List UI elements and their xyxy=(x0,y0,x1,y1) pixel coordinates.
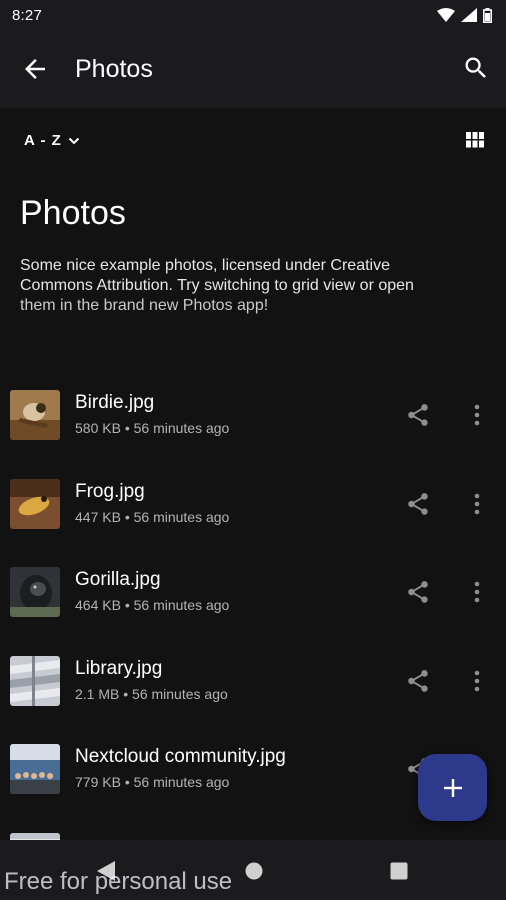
nav-home-button[interactable] xyxy=(245,862,263,885)
share-button[interactable] xyxy=(405,579,431,605)
list-item[interactable]: Gorilla.jpg 464 KB • 56 minutes ago xyxy=(0,537,506,626)
file-meta: 447 KB • 56 minutes ago xyxy=(75,508,230,525)
thumbnail-image xyxy=(10,655,60,706)
nav-recents-button[interactable] xyxy=(390,862,408,885)
share-button[interactable] xyxy=(405,491,431,517)
status-time: 8:27 xyxy=(12,6,42,24)
app-bar: Photos xyxy=(0,30,506,108)
more-options-button[interactable] xyxy=(468,402,486,428)
thumbnail-image xyxy=(10,832,60,840)
search-button[interactable] xyxy=(462,54,490,82)
battery-icon xyxy=(483,7,492,23)
thumbnail-image xyxy=(10,744,60,794)
add-fab-button[interactable] xyxy=(418,754,487,821)
app-title: Photos xyxy=(75,55,153,83)
file-name: Frog.jpg xyxy=(75,480,145,502)
more-vert-icon xyxy=(474,670,480,691)
file-name: Birdie.jpg xyxy=(75,392,155,413)
file-meta: 464 KB • 56 minutes ago xyxy=(75,597,230,613)
sort-button[interactable]: A - Z xyxy=(24,132,80,149)
folder-description-line: Some nice example photos, licensed under… xyxy=(20,257,390,274)
folder-description: Some nice example photos, licensed under… xyxy=(20,256,490,316)
chevron-down-icon xyxy=(68,137,79,144)
list-item[interactable]: Library.jpg 2.1 MB • 56 minutes ago xyxy=(0,626,506,715)
file-meta: 779 KB • 56 minutes ago xyxy=(75,774,230,790)
file-list-content[interactable]: A - Z Photos Some nice example photos, l… xyxy=(0,108,506,840)
folder-title: Photos xyxy=(20,194,126,232)
more-options-button[interactable] xyxy=(468,668,486,694)
file-name: Gorilla.jpg xyxy=(75,569,161,590)
thumbnail-image xyxy=(10,390,60,440)
more-vert-icon xyxy=(474,493,480,514)
back-button[interactable] xyxy=(20,54,50,84)
wifi-icon xyxy=(437,8,455,22)
plus-icon xyxy=(443,778,462,797)
more-vert-icon xyxy=(474,404,480,426)
watermark-text: Free for personal use xyxy=(4,868,233,895)
nav-recents-icon xyxy=(390,862,408,880)
thumbnail-image xyxy=(10,567,60,617)
nav-home-icon xyxy=(245,862,263,880)
share-icon xyxy=(408,492,428,515)
share-button[interactable] xyxy=(405,668,431,694)
file-meta: 2.1 MB • 56 minutes ago xyxy=(75,685,228,702)
status-bar: 8:27 xyxy=(0,0,506,30)
signal-icon xyxy=(461,8,477,22)
share-icon xyxy=(408,669,428,692)
list-item[interactable]: Frog.jpg 447 KB • 56 minutes ago xyxy=(0,449,506,538)
back-arrow-icon xyxy=(25,59,45,79)
more-vert-icon xyxy=(474,581,480,603)
share-button[interactable] xyxy=(405,402,431,428)
file-meta: 580 KB • 56 minutes ago xyxy=(75,420,230,436)
file-name: Nextcloud community.jpg xyxy=(75,746,286,767)
sort-label: A - Z xyxy=(24,132,62,149)
folder-description-line: them in the brand new Photos app! xyxy=(20,297,269,314)
more-options-button[interactable] xyxy=(468,579,486,605)
grid-view-button[interactable] xyxy=(466,132,484,148)
share-icon xyxy=(408,581,428,603)
file-name: Library.jpg xyxy=(75,657,163,679)
more-options-button[interactable] xyxy=(468,491,486,517)
list-item[interactable]: Birdie.jpg 580 KB • 56 minutes ago xyxy=(0,360,506,449)
search-icon xyxy=(465,57,486,78)
status-icons xyxy=(437,7,492,23)
thumbnail-image xyxy=(10,478,60,529)
folder-description-line: Commons Attribution. Try switching to gr… xyxy=(20,277,414,294)
share-icon xyxy=(408,404,428,426)
grid-view-icon xyxy=(466,132,484,148)
